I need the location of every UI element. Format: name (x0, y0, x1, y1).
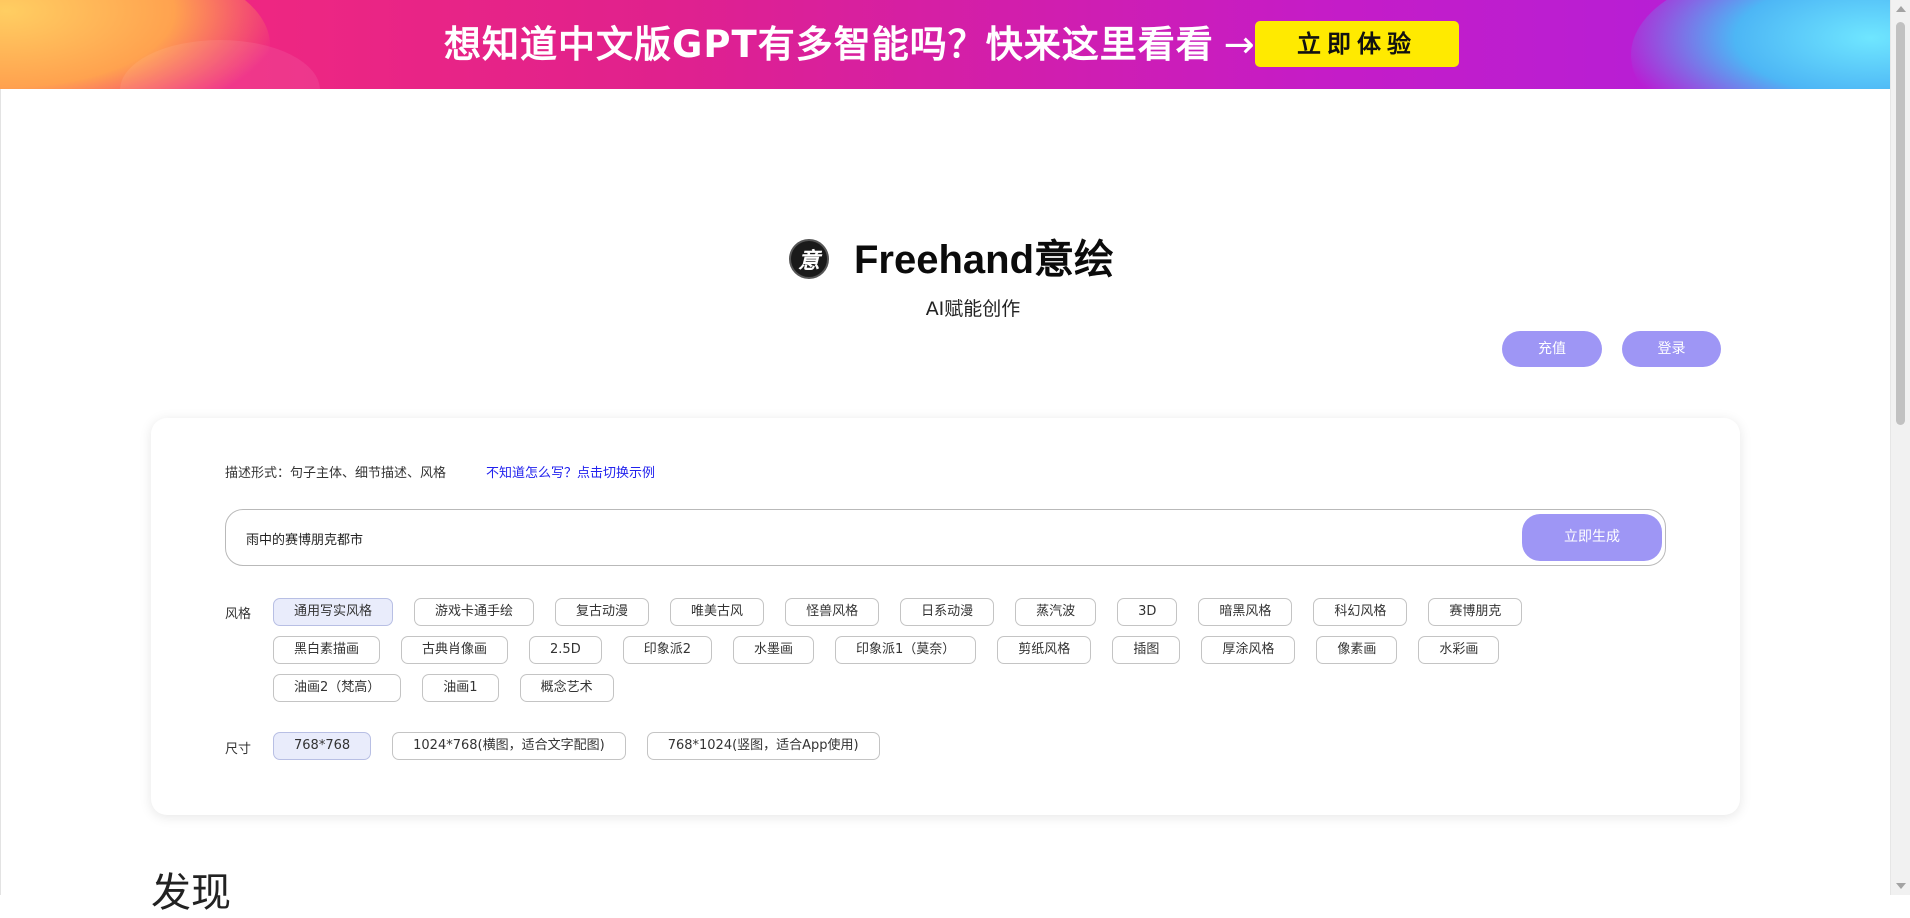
style-option[interactable]: 水墨画 (733, 636, 815, 664)
style-option[interactable]: 3D (1117, 598, 1178, 626)
style-option[interactable]: 剪纸风格 (997, 636, 1092, 664)
app-logo-icon: 意 (789, 239, 829, 279)
tagline-text: AI赋能创作 (925, 298, 1021, 320)
style-option[interactable]: 游戏卡通手绘 (414, 598, 535, 626)
banner-slogan: 想知道中文版GPT有多智能吗？快来这里看看 → (444, 20, 1256, 70)
vertical-scrollbar[interactable] (1890, 0, 1910, 895)
style-option[interactable]: 印象派2 (622, 636, 712, 664)
page-left-border (0, 89, 1, 895)
style-option[interactable]: 赛博朋克 (1428, 598, 1523, 626)
banner-decoration-right (1631, 0, 1891, 89)
banner-try-now-button[interactable]: 立即体验 (1255, 21, 1459, 67)
style-option[interactable]: 通用写实风格 (273, 598, 394, 626)
tagline: AI赋能创作 (0, 294, 1891, 321)
style-option[interactable]: 怪兽风格 (785, 598, 880, 626)
size-option[interactable]: 768*1024(竖图，适合App使用) (646, 732, 880, 760)
style-option[interactable]: 概念艺术 (519, 674, 614, 702)
prompt-input[interactable] (244, 510, 1448, 567)
style-option[interactable]: 日系动漫 (900, 598, 995, 626)
scrollbar-thumb[interactable] (1896, 22, 1905, 425)
style-option[interactable]: 印象派1（莫奈） (835, 636, 977, 664)
scroll-up-arrow-icon[interactable] (1896, 6, 1906, 12)
style-option[interactable]: 复古动漫 (555, 598, 650, 626)
promo-banner[interactable]: 想知道中文版GPT有多智能吗？快来这里看看 → 立即体验 (0, 0, 1891, 89)
logo-glyph: 意 (797, 248, 820, 274)
recharge-button[interactable]: 充值 (1502, 331, 1602, 367)
style-option[interactable]: 蒸汽波 (1015, 598, 1097, 626)
login-button[interactable]: 登录 (1622, 331, 1721, 367)
style-option[interactable]: 黑白素描画 (273, 636, 381, 664)
style-option[interactable]: 油画1 (422, 674, 499, 702)
generate-button[interactable]: 立即生成 (1522, 514, 1662, 561)
prompt-box: 立即生成 (225, 509, 1666, 567)
brand-title: Freehand意绘 (854, 238, 1115, 282)
size-options: 768*768 1024*768(横图，适合文字配图) 768*1024(竖图，适合… (273, 732, 1633, 760)
style-option[interactable]: 像素画 (1316, 636, 1398, 664)
arrow-right-icon: → (1223, 23, 1256, 66)
generator-panel: 描述形式：句子主体、细节描述、风格 不知道怎么写？点击切换示例 立即生成 风格 … (151, 418, 1740, 815)
example-switch-link[interactable]: 不知道怎么写？点击切换示例 (486, 462, 655, 481)
size-label: 尺寸 (225, 742, 252, 757)
style-option[interactable]: 唯美古风 (670, 598, 765, 626)
prompt-hint: 描述形式：句子主体、细节描述、风格 (225, 466, 447, 481)
style-option[interactable]: 科幻风格 (1313, 598, 1408, 626)
size-option[interactable]: 768*768 (273, 732, 372, 760)
style-option[interactable]: 油画2（梵高） (273, 674, 402, 702)
discover-heading: 发现 (151, 870, 231, 916)
style-option[interactable]: 水彩画 (1418, 636, 1500, 664)
style-label: 风格 (225, 607, 252, 622)
size-option[interactable]: 1024*768(横图，适合文字配图) (392, 732, 626, 760)
scroll-down-arrow-icon[interactable] (1896, 883, 1906, 889)
style-option[interactable]: 厚涂风格 (1201, 636, 1296, 664)
style-option[interactable]: 暗黑风格 (1198, 598, 1293, 626)
style-option[interactable]: 插图 (1112, 636, 1181, 664)
banner-slogan-text: 想知道中文版GPT有多智能吗？快来这里看看 (444, 23, 1214, 66)
style-option[interactable]: 古典肖像画 (401, 636, 509, 664)
style-option[interactable]: 2.5D (529, 636, 602, 664)
style-options: 通用写实风格 游戏卡通手绘 复古动漫 唯美古风 怪兽风格 日系动漫 蒸汽波 3D 暗黑风格 科幻风… (273, 598, 1633, 702)
